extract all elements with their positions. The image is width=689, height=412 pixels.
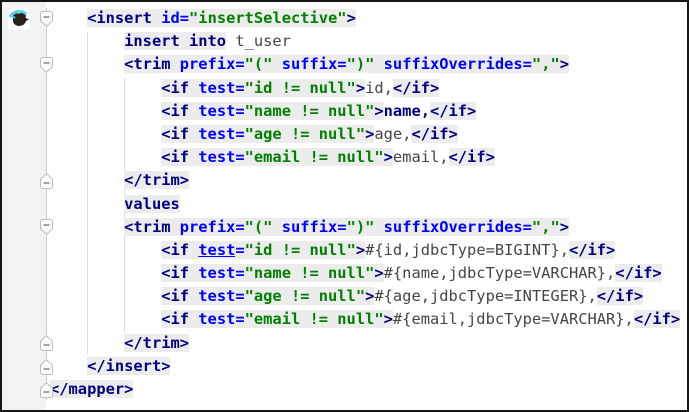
code-line[interactable]: <trim prefix="(" suffix=")" suffixOverri… [46,53,687,76]
code-line[interactable]: </trim> [46,169,687,192]
editor-frame: <insert id="insertSelective"> insert int… [0,0,689,412]
code-line[interactable]: <trim prefix="(" suffix=")" suffixOverri… [46,216,687,239]
code-line[interactable]: <if test="name != null">name,</if> [46,100,687,123]
code-line[interactable]: <if test="name != null">#{name,jdbcType=… [46,262,687,285]
code-line[interactable]: <if test="email != null">email,</if> [46,146,687,169]
code-line[interactable]: <if test="age != null">#{age,jdbcType=IN… [46,285,687,308]
code-line[interactable]: <if test="id != null">id,</if> [46,77,687,100]
fold-marker-collapse-start[interactable] [40,10,53,27]
code-line[interactable]: <if test="email != null">#{email,jdbcTyp… [46,308,687,331]
fold-marker-collapse-end[interactable] [40,358,53,375]
fold-marker-collapse-start[interactable] [40,57,53,73]
code-line[interactable]: <insert id="insertSelective"> [46,7,687,30]
code-area[interactable]: <insert id="insertSelective"> insert int… [46,7,687,401]
code-line[interactable]: </insert> [46,355,687,378]
fold-marker-collapse-end[interactable] [40,173,53,189]
code-line[interactable]: </mapper> [46,378,687,401]
fold-marker-collapse-end[interactable] [40,381,53,398]
fold-marker-collapse-end[interactable] [40,335,53,352]
mybatis-bird-icon[interactable] [8,8,30,30]
code-line[interactable]: insert into t_user [46,30,687,53]
fold-marker-collapse-start[interactable] [40,219,53,236]
code-line[interactable]: <if test="age != null">age,</if> [46,123,687,146]
code-line[interactable]: <if test="id != null">#{id,jdbcType=BIGI… [46,239,687,262]
code-line[interactable]: </trim> [46,332,687,355]
code-line[interactable]: values [46,193,687,216]
